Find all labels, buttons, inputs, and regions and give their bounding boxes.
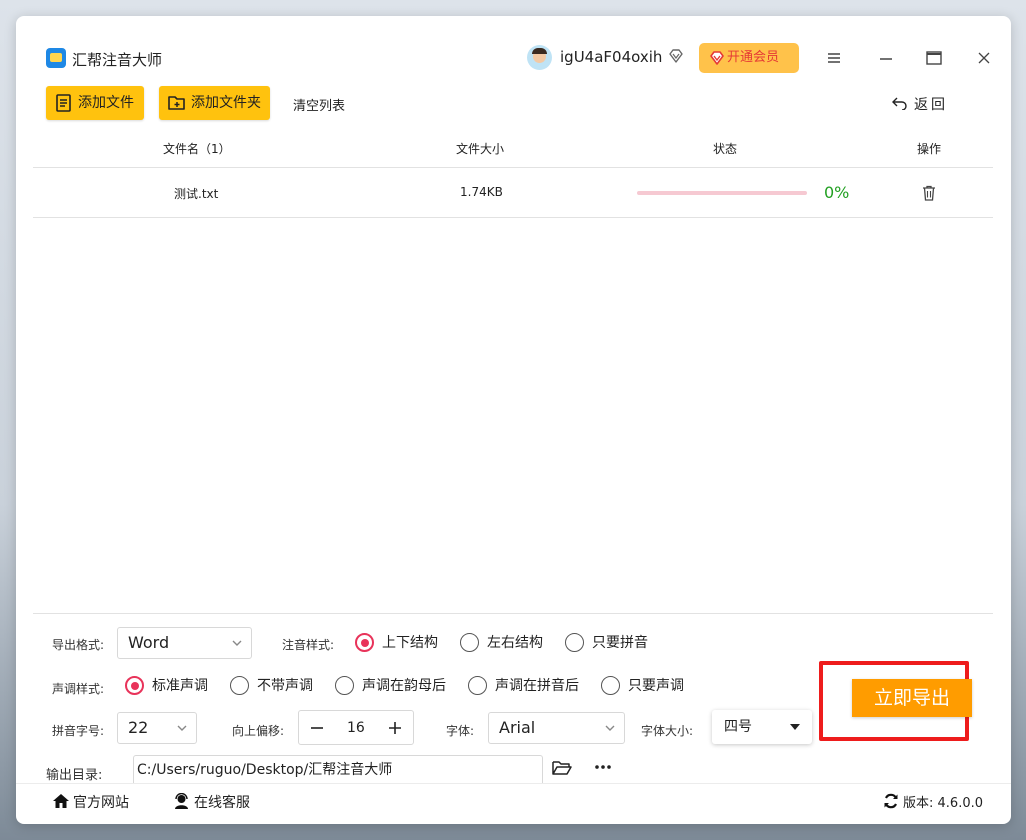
output-dir-label: 输出目录:: [46, 768, 103, 783]
folder-add-icon: [168, 96, 185, 110]
radio-pinyin-only-label: 只要拼音: [592, 635, 648, 651]
folder-open-icon[interactable]: [552, 759, 572, 777]
radio-left-right[interactable]: 左右结构: [460, 633, 543, 653]
app-title: 汇帮注音大师: [72, 51, 163, 69]
customer-service-icon: [175, 793, 188, 809]
header-file-name: 文件名（1）: [163, 142, 231, 156]
official-site-label: 官方网站: [73, 795, 129, 811]
file-size-cell: 1.74KB: [460, 185, 503, 199]
font-value: Arial: [499, 718, 536, 737]
pinyin-size-select[interactable]: 22: [117, 712, 197, 744]
vip-button-label: 开通会员: [727, 50, 780, 65]
pinyin-size-value: 22: [128, 718, 149, 737]
back-button-label: 返回: [914, 97, 948, 113]
file-icon: [56, 94, 71, 112]
header-status: 状态: [713, 142, 738, 156]
maximize-icon[interactable]: [924, 48, 944, 68]
font-label: 字体:: [446, 724, 475, 738]
home-icon: [53, 794, 69, 808]
radio-no-tone-label: 不带声调: [257, 678, 313, 694]
radio-dot: [230, 676, 249, 695]
offset-label: 向上偏移:: [232, 724, 285, 738]
export-format-label: 导出格式:: [52, 638, 105, 652]
add-file-label: 添加文件: [78, 95, 134, 111]
add-file-button[interactable]: 添加文件: [46, 86, 144, 120]
app-window: 汇帮注音大师 igU4aF04oxih 开通会员 添加文件 添加文件夹 清空列表…: [16, 16, 1011, 824]
font-size-label: 字体大小:: [641, 724, 694, 738]
radio-left-right-label: 左右结构: [487, 635, 543, 651]
radio-standard-tone[interactable]: 标准声调: [125, 676, 208, 696]
radio-dot: [335, 676, 354, 695]
menu-icon[interactable]: [824, 48, 844, 68]
font-size-value: 四号: [724, 719, 752, 735]
minimize-icon[interactable]: [876, 48, 896, 68]
back-icon: [892, 97, 907, 110]
offset-stepper[interactable]: 16: [298, 710, 414, 745]
radio-tone-after-final-label: 声调在韵母后: [362, 678, 446, 694]
progress-percent: 0%: [824, 183, 850, 202]
radio-tone-only[interactable]: 只要声调: [601, 676, 684, 696]
dropdown-triangle-icon: [790, 724, 800, 730]
radio-dot: [468, 676, 487, 695]
close-icon[interactable]: [974, 48, 994, 68]
official-site-link[interactable]: 官方网站: [52, 792, 129, 812]
export-button[interactable]: 立即导出: [852, 679, 972, 717]
radio-standard-tone-label: 标准声调: [152, 678, 208, 694]
plus-icon[interactable]: [387, 718, 403, 738]
radio-dot: [355, 633, 374, 652]
vip-diamond-icon: [669, 49, 683, 63]
footer: 官方网站 在线客服 版本: 4.6.0.0: [16, 783, 1011, 824]
add-folder-button[interactable]: 添加文件夹: [159, 86, 270, 120]
chevron-down-icon: [177, 725, 187, 731]
more-icon[interactable]: [593, 760, 613, 774]
tone-style-label: 声调样式:: [52, 682, 105, 696]
export-format-value: Word: [128, 633, 170, 652]
trash-icon[interactable]: [922, 185, 936, 201]
chevron-down-icon: [232, 640, 242, 646]
radio-dot: [565, 633, 584, 652]
vip-button[interactable]: 开通会员: [699, 43, 799, 73]
version-info: 版本: 4.6.0.0: [883, 792, 983, 811]
online-service-link[interactable]: 在线客服: [173, 792, 250, 812]
title-bar: 汇帮注音大师 igU4aF04oxih 开通会员: [16, 16, 1011, 78]
font-select[interactable]: Arial: [488, 712, 625, 744]
radio-tone-after-final[interactable]: 声调在韵母后: [335, 676, 446, 696]
radio-dot: [125, 676, 144, 695]
version-value: 4.6.0.0: [937, 796, 984, 811]
back-button[interactable]: 返回: [892, 94, 948, 114]
gem-icon: [710, 51, 724, 65]
export-format-select[interactable]: Word: [117, 627, 252, 659]
avatar[interactable]: [527, 45, 552, 70]
refresh-icon[interactable]: [883, 793, 899, 809]
font-size-select[interactable]: 四号: [712, 710, 812, 744]
radio-pinyin-only[interactable]: 只要拼音: [565, 633, 648, 653]
radio-tone-after-pinyin-label: 声调在拼音后: [495, 678, 579, 694]
radio-dot: [460, 633, 479, 652]
radio-dot: [601, 676, 620, 695]
add-folder-label: 添加文件夹: [191, 95, 261, 111]
username[interactable]: igU4aF04oxih: [560, 48, 662, 66]
annotation-style-label: 注音样式:: [282, 638, 335, 652]
version-label: 版本:: [903, 796, 934, 811]
minus-icon[interactable]: [309, 718, 325, 738]
file-table-header: 文件名（1） 文件大小 状态 操作: [33, 136, 993, 168]
chevron-down-icon: [605, 725, 615, 731]
progress-bar: [637, 191, 807, 195]
pinyin-size-label: 拼音字号:: [52, 724, 105, 738]
table-row[interactable]: 测试.txt 1.74KB 0%: [33, 168, 993, 218]
radio-top-bottom[interactable]: 上下结构: [355, 633, 438, 653]
radio-tone-after-pinyin[interactable]: 声调在拼音后: [468, 676, 579, 696]
header-file-size: 文件大小: [456, 142, 505, 156]
file-name-cell: 测试.txt: [174, 187, 219, 201]
radio-tone-only-label: 只要声调: [628, 678, 684, 694]
online-service-label: 在线客服: [194, 795, 250, 811]
offset-value: 16: [347, 720, 365, 736]
radio-no-tone[interactable]: 不带声调: [230, 676, 313, 696]
output-dir-field[interactable]: C:/Users/ruguo/Desktop/汇帮注音大师: [133, 755, 543, 784]
header-operation: 操作: [917, 142, 942, 156]
app-logo-icon: [46, 48, 66, 68]
radio-top-bottom-label: 上下结构: [382, 635, 438, 651]
clear-list-button[interactable]: 清空列表: [293, 95, 345, 114]
